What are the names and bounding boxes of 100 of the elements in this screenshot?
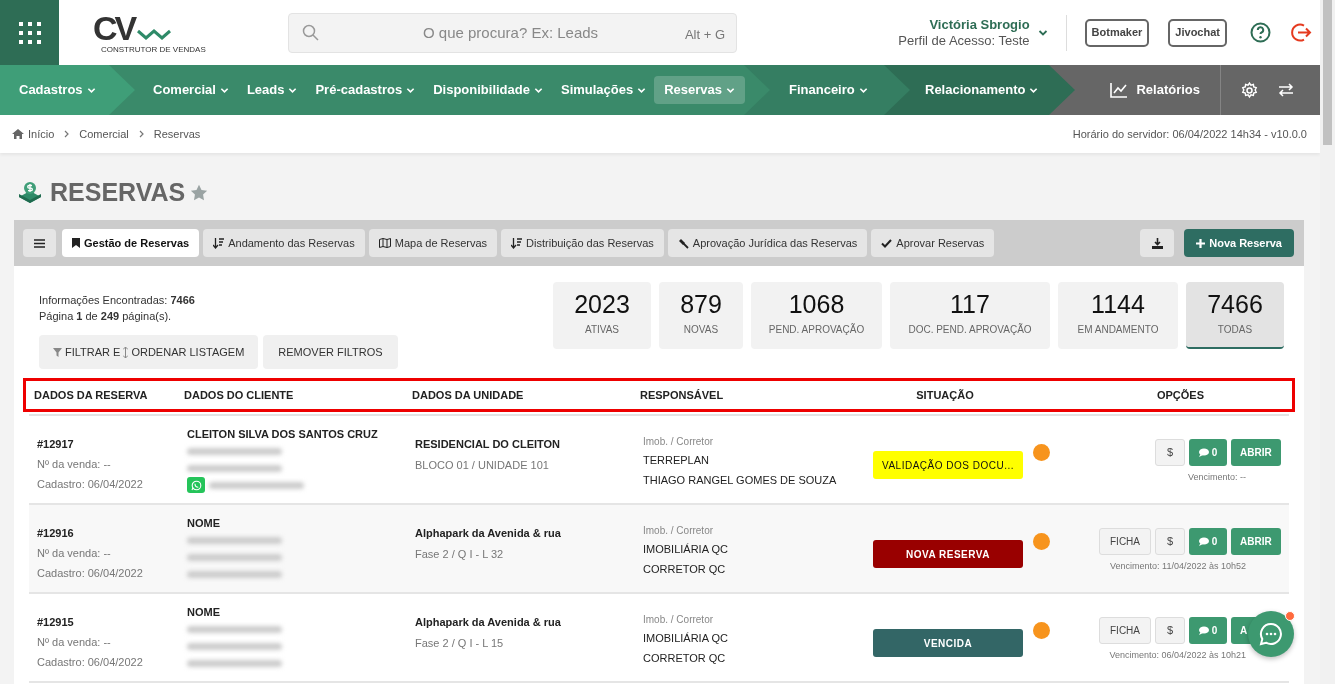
comments-button[interactable]: 0 <box>1189 528 1227 555</box>
tab[interactable]: Gestão de Reservas <box>62 229 200 257</box>
status-label: NOVA RESERVA <box>873 540 1023 568</box>
created-date: Cadastro: 06/04/2022 <box>37 476 144 492</box>
page-title: RESERVAS <box>50 176 186 208</box>
tab[interactable]: Andamento das Reservas <box>203 229 365 257</box>
logo-text: CV <box>93 11 135 45</box>
responsible-label: Imob. / Corretor <box>643 524 715 538</box>
due-date: Vencimento: -- <box>1187 471 1246 484</box>
plus-icon <box>1196 238 1206 248</box>
logout-button[interactable] <box>1291 22 1312 43</box>
line-chart-icon <box>1110 82 1129 98</box>
column-header: RESPONSÁVEL <box>640 387 725 403</box>
unit-name: Alphapark da Avenida & rua <box>415 615 562 630</box>
stat-card[interactable]: 7466 TODAS <box>1186 282 1284 349</box>
due-date: Vencimento: 06/04/2022 às 10h21 <box>1109 649 1246 662</box>
menu-button[interactable] <box>0 0 59 65</box>
search-icon <box>302 23 319 41</box>
stat-value: 879 <box>680 290 722 318</box>
sort-icon <box>213 237 225 249</box>
help-button[interactable] <box>1250 22 1271 43</box>
stat-value: 2023 <box>574 290 630 318</box>
payment-button[interactable]: $ <box>1155 439 1185 466</box>
stat-label: TODAS <box>1217 323 1253 337</box>
sort-vertical-icon <box>123 346 129 358</box>
filter-sort-button[interactable]: FILTRAR E ORDENAR LISTAGEM <box>39 335 259 369</box>
stat-card[interactable]: 1068 PEND. APROVAÇÃO <box>751 282 882 349</box>
grid-icon <box>17 20 42 45</box>
form-button[interactable]: FICHA <box>1099 617 1151 644</box>
home-icon <box>12 129 24 139</box>
stat-label: EM ANDAMENTO <box>1077 323 1159 337</box>
sort-icon <box>511 237 523 249</box>
reservation-id[interactable]: #12917 <box>37 436 187 453</box>
comments-button[interactable]: 0 <box>1189 439 1227 466</box>
nav-item[interactable]: Leads <box>246 80 298 100</box>
status-label: VENCIDA <box>873 629 1023 657</box>
nav-item[interactable]: Comercial <box>153 80 229 100</box>
access-profile: Perfil de Acesso: Teste <box>898 32 1030 49</box>
stat-label: DOC. PEND. APROVAÇÃO <box>908 322 1032 337</box>
chevron-right-icon <box>63 130 71 138</box>
unit-name: RESIDENCIAL DO CLEITON <box>415 437 562 452</box>
logout-icon <box>1291 22 1312 43</box>
responsible-name: IMOBILIÁRIA QC <box>643 542 729 557</box>
comment-icon <box>1198 626 1209 635</box>
stat-card[interactable]: 1144 EM ANDAMENTO <box>1058 282 1178 349</box>
header-button[interactable]: Jivochat <box>1168 18 1227 47</box>
money-stack-icon <box>18 180 42 205</box>
stat-label: ATIVAS <box>584 323 620 337</box>
nav-item[interactable]: Pré-cadastros <box>315 80 416 100</box>
switch-button[interactable] <box>1278 83 1294 97</box>
filter-icon <box>53 347 62 357</box>
stat-card[interactable]: 879 NOVAS <box>659 282 743 349</box>
star-icon[interactable] <box>190 184 209 201</box>
tab[interactable]: Mapa de Reservas <box>368 229 498 257</box>
nav-item[interactable]: Simulações <box>560 80 647 100</box>
tab[interactable]: Aprovação Jurídica das Reservas <box>667 229 868 257</box>
logo-subtitle: CONSTRUTOR DE VENDAS <box>101 45 206 54</box>
tab[interactable]: Distribuição das Reservas <box>501 229 664 257</box>
column-header: DADOS DA RESERVA <box>34 387 149 403</box>
responsible-name: IMOBILIÁRIA QC <box>643 631 729 646</box>
new-reservation-button[interactable]: Nova Reserva <box>1184 229 1294 257</box>
phone-chat-icon <box>190 479 202 491</box>
header-button[interactable]: Botmaker <box>1084 18 1150 47</box>
breadcrumb-link[interactable]: Início <box>12 125 55 143</box>
settings-button[interactable] <box>1241 81 1258 99</box>
comments-button[interactable]: 0 <box>1189 617 1227 644</box>
remove-filters-button[interactable]: REMOVER FILTROS <box>263 335 398 369</box>
sale-number: Nº da venda: -- <box>37 456 112 472</box>
help-icon <box>1250 22 1271 43</box>
tab[interactable]: Aprovar Reservas <box>871 229 995 257</box>
chevron-right-icon <box>137 130 145 138</box>
stat-card[interactable]: 2023 ATIVAS <box>553 282 651 349</box>
payment-button[interactable]: $ <box>1155 528 1185 555</box>
payment-button[interactable]: $ <box>1155 617 1185 644</box>
menu-icon <box>34 238 45 248</box>
created-date: Cadastro: 06/04/2022 <box>37 565 144 581</box>
form-button[interactable]: FICHA <box>1099 528 1151 555</box>
open-button[interactable]: ABRIR <box>1231 439 1281 466</box>
user-name[interactable]: Victória Sbrogio <box>929 16 1030 33</box>
nav-item[interactable]: Disponibilidade <box>433 80 543 100</box>
nav-item[interactable]: Financeiro <box>789 80 868 100</box>
created-date: Cadastro: 06/04/2022 <box>37 654 144 670</box>
sale-number: Nº da venda: -- <box>37 634 112 650</box>
status-label: VALIDAÇÃO DOS DOCU... <box>873 451 1023 479</box>
bookmark-icon <box>72 238 80 248</box>
unit-detail: Fase 2 / Q I - L 32 <box>415 546 505 562</box>
map-icon <box>378 238 391 248</box>
stat-label: PEND. APROVAÇÃO <box>768 322 865 337</box>
breadcrumb-link[interactable]: Comercial <box>79 125 129 143</box>
breadcrumb-link[interactable]: Reservas <box>153 125 201 143</box>
reservation-id[interactable]: #12915 <box>37 614 187 631</box>
menu-button[interactable] <box>23 229 56 257</box>
comment-icon <box>1198 448 1209 457</box>
column-header: OPÇÕES <box>1155 387 1205 403</box>
open-button[interactable]: ABRIR <box>1231 528 1281 555</box>
stat-card[interactable]: 117 DOC. PEND. APROVAÇÃO <box>890 282 1050 349</box>
nav-item[interactable]: Relacionamento <box>925 80 1039 100</box>
reports-link[interactable]: Relatórios <box>1110 80 1200 100</box>
reservation-id[interactable]: #12916 <box>37 525 187 542</box>
download-button[interactable] <box>1140 229 1175 257</box>
